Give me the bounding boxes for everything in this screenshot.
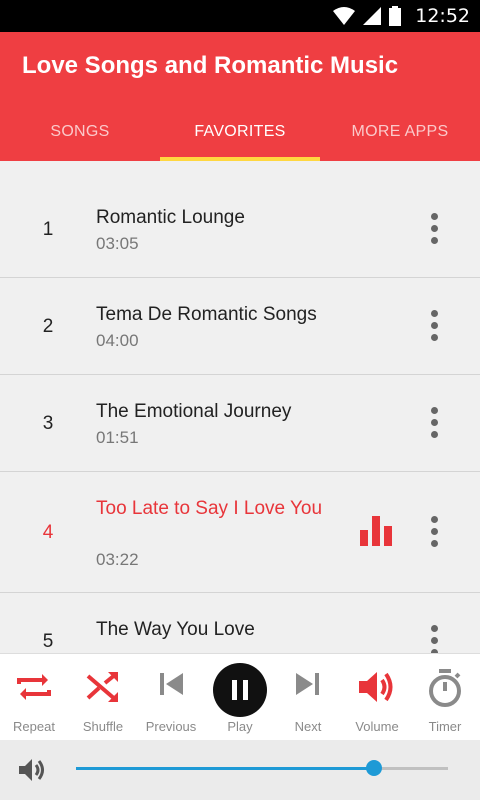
signal-icon (363, 7, 382, 25)
more-options-icon[interactable] (426, 407, 442, 438)
song-list: 1 Romantic Lounge 03:05 2 Tema De Romant… (0, 181, 480, 653)
tab-favorites[interactable]: FAVORITES (160, 103, 320, 161)
shuffle-icon (86, 672, 118, 702)
next-label: Next (294, 719, 322, 734)
play-label: Play (227, 719, 253, 734)
skip-next-icon (296, 673, 319, 695)
previous-label: Previous (145, 719, 197, 734)
equalizer-icon (360, 516, 392, 546)
volume-slider[interactable] (76, 760, 448, 776)
timer-label: Timer (428, 719, 462, 734)
volume-slider-thumb[interactable] (365, 760, 382, 776)
volume-bar (0, 740, 480, 800)
song-row[interactable]: 2 Tema De Romantic Songs 04:00 (0, 278, 480, 375)
song-title: The Emotional Journey (96, 401, 292, 422)
song-row[interactable]: 5 The Way You Love (0, 593, 480, 653)
song-title: Romantic Lounge (96, 207, 245, 228)
more-options-icon[interactable] (426, 625, 442, 653)
speaker-icon (19, 759, 44, 781)
shuffle-button[interactable]: Shuffle (69, 654, 137, 741)
volume-slider-fill (76, 767, 374, 770)
tab-bar: SONGS FAVORITES MORE APPS (0, 103, 480, 161)
previous-button[interactable]: Previous (137, 654, 205, 741)
song-number: 2 (42, 316, 54, 337)
song-duration: 01:51 (96, 428, 139, 447)
play-pause-button[interactable]: Play (206, 654, 274, 741)
song-title: Tema De Romantic Songs (96, 304, 317, 325)
song-duration: 03:22 (96, 550, 139, 569)
app-title: Love Songs and Romantic Music (22, 52, 399, 79)
status-bar: 12:52 (0, 0, 480, 32)
app-bar: Love Songs and Romantic Music SONGS FAVO… (0, 32, 480, 161)
song-row[interactable]: 1 Romantic Lounge 03:05 (0, 181, 480, 278)
tab-more-apps[interactable]: MORE APPS (320, 103, 480, 161)
repeat-icon (17, 674, 51, 700)
pause-icon (232, 680, 248, 700)
status-time: 12:52 (415, 5, 470, 27)
timer-button[interactable]: Timer (411, 654, 479, 741)
song-number: 4 (42, 522, 54, 543)
song-title: The Way You Love (96, 619, 255, 640)
song-title: Too Late to Say I Love You (96, 498, 323, 519)
shuffle-label: Shuffle (82, 719, 124, 734)
song-row[interactable]: 3 The Emotional Journey 01:51 (0, 375, 480, 472)
wifi-icon (333, 7, 356, 25)
song-duration: 04:00 (96, 331, 139, 350)
song-number: 1 (42, 219, 54, 240)
more-options-icon[interactable] (426, 310, 442, 341)
volume-button[interactable]: Volume (343, 654, 411, 741)
play-circle (213, 663, 267, 717)
player-controls: Repeat Shuffle Previous Play Next Volume… (0, 653, 480, 740)
more-options-icon[interactable] (426, 213, 442, 244)
song-number: 3 (42, 413, 54, 434)
song-row-playing[interactable]: 4 Too Late to Say I Love You 03:22 (0, 472, 480, 593)
repeat-button[interactable]: Repeat (0, 654, 68, 741)
tab-songs[interactable]: SONGS (0, 103, 160, 161)
battery-icon (389, 6, 402, 26)
repeat-label: Repeat (13, 719, 55, 734)
volume-icon (359, 672, 393, 702)
song-duration: 03:05 (96, 234, 139, 253)
song-number: 5 (42, 631, 54, 652)
skip-previous-icon (160, 673, 183, 695)
timer-icon (429, 669, 461, 707)
volume-label: Volume (355, 719, 399, 734)
next-button[interactable]: Next (274, 654, 342, 741)
more-options-icon[interactable] (426, 516, 442, 547)
